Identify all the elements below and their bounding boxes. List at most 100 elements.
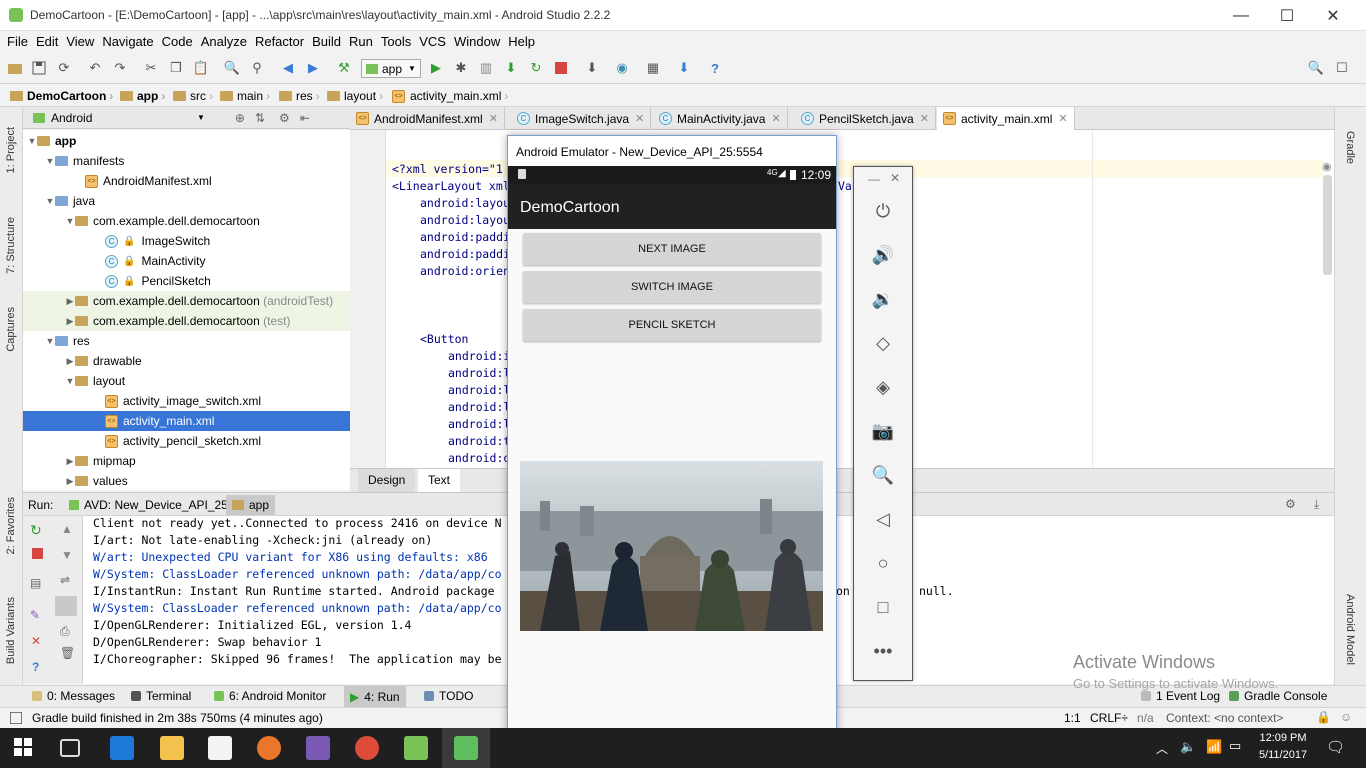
- tab-structure[interactable]: 7: Structure: [5, 217, 17, 274]
- tab-build-variants[interactable]: Build Variants: [5, 597, 17, 664]
- next-image-button[interactable]: NEXT IMAGE: [523, 233, 821, 265]
- close-icon[interactable]: ✕: [771, 112, 780, 125]
- menu-tools[interactable]: Tools: [381, 31, 411, 53]
- close-icon[interactable]: ✕: [489, 112, 498, 125]
- store-icon[interactable]: [208, 736, 232, 760]
- breadcrumb-democartoon[interactable]: DemoCartoon ›: [10, 88, 116, 104]
- tab-run[interactable]: ▶ 4: Run: [344, 686, 406, 707]
- tab-imageswitch[interactable]: C ImageSwitch.java ✕: [511, 107, 652, 130]
- up-icon[interactable]: ▲: [61, 522, 73, 536]
- tree-item-java[interactable]: ▼ java: [23, 191, 350, 211]
- menu-build[interactable]: Build: [312, 31, 341, 53]
- volume-up-icon[interactable]: 🔊: [854, 241, 912, 269]
- collapse-all-icon[interactable]: ⇅: [255, 111, 265, 125]
- project-structure-icon[interactable]: ▦: [644, 59, 662, 77]
- hide-panel-icon[interactable]: ⇤: [300, 111, 310, 125]
- tool-windows-icon[interactable]: [10, 712, 22, 724]
- windows-start-icon[interactable]: [12, 736, 36, 760]
- stop-icon[interactable]: [32, 548, 43, 559]
- menu-navigate[interactable]: Navigate: [102, 31, 153, 53]
- menu-window[interactable]: Window: [454, 31, 500, 53]
- tree-item-package-test[interactable]: ▶ com.example.dell.democartoon (test): [23, 311, 350, 331]
- editor-scrollbar[interactable]: [1323, 175, 1332, 275]
- menu-file[interactable]: File: [7, 31, 28, 53]
- replace-icon[interactable]: ⚲: [248, 59, 266, 77]
- tree-item-manifests[interactable]: ▼ manifests: [23, 151, 350, 171]
- tree-item-mainactivity[interactable]: C 🔒 MainActivity: [23, 251, 350, 271]
- sync-gradle-icon[interactable]: ◉: [613, 59, 631, 77]
- tab-captures[interactable]: Captures: [5, 307, 17, 352]
- chevron-down-icon[interactable]: ▼: [197, 113, 205, 122]
- find-icon[interactable]: 🔍: [223, 59, 241, 77]
- stop-icon[interactable]: [552, 59, 570, 77]
- settings-icon[interactable]: ☐: [1333, 59, 1351, 77]
- minimize-button[interactable]: —: [1218, 0, 1264, 31]
- tree-item-package[interactable]: ▼ com.example.dell.democartoon: [23, 211, 350, 231]
- make-project-icon[interactable]: ⚒: [335, 59, 353, 77]
- breadcrumb-app[interactable]: app ›: [120, 88, 168, 104]
- chevron-up-icon[interactable]: ︿: [1156, 740, 1168, 757]
- android-studio-task-icon[interactable]: [404, 736, 428, 760]
- breadcrumb-layout[interactable]: layout ›: [327, 88, 386, 104]
- run-icon[interactable]: ▶: [427, 59, 445, 77]
- tab-favorites[interactable]: 2: Favorites: [5, 497, 17, 554]
- volume-icon[interactable]: 🔈: [1180, 739, 1196, 755]
- redo-icon[interactable]: ↷: [111, 59, 129, 77]
- avd-manager-icon[interactable]: ⬇: [675, 59, 693, 77]
- line-separator[interactable]: CRLF÷: [1090, 711, 1128, 725]
- minimize-icon[interactable]: —: [868, 172, 880, 186]
- tree-item-pencilsketch[interactable]: C 🔒 PencilSketch: [23, 271, 350, 291]
- scroll-from-source-icon[interactable]: ⊕: [235, 111, 245, 125]
- tab-android-model[interactable]: Android Model: [1344, 594, 1356, 665]
- pin-icon[interactable]: ✎: [30, 608, 40, 622]
- action-center-icon[interactable]: 🗨: [1326, 738, 1345, 756]
- tab-pencilsketch[interactable]: C PencilSketch.java ✕: [795, 107, 936, 130]
- inspector-icon[interactable]: ☺: [1340, 710, 1352, 724]
- wifi-icon[interactable]: 📶: [1206, 739, 1222, 755]
- run-tab-app[interactable]: app: [226, 495, 276, 515]
- tab-android-monitor[interactable]: 6: Android Monitor: [214, 689, 326, 703]
- camera-icon[interactable]: 📷: [854, 417, 912, 445]
- tree-item-androidmanifest[interactable]: <> AndroidManifest.xml: [23, 171, 350, 191]
- open-icon[interactable]: [6, 59, 24, 77]
- visual-studio-icon[interactable]: [306, 736, 330, 760]
- breadcrumb-main[interactable]: main ›: [220, 88, 273, 104]
- close-icon[interactable]: ✕: [890, 171, 900, 185]
- tree-item-res[interactable]: ▼ res: [23, 331, 350, 351]
- rotate-left-icon[interactable]: ◇: [854, 329, 912, 357]
- chrome-icon[interactable]: [355, 736, 379, 760]
- close-icon[interactable]: ✕: [1058, 112, 1067, 125]
- menu-help[interactable]: Help: [508, 31, 535, 53]
- file-explorer-icon[interactable]: [160, 736, 184, 760]
- layout-icon[interactable]: ▤: [30, 576, 41, 590]
- power-icon[interactable]: ⏻: [854, 197, 912, 225]
- undo-icon[interactable]: ↶: [86, 59, 104, 77]
- gear-icon[interactable]: ⚙: [1285, 497, 1296, 511]
- tab-terminal[interactable]: Terminal: [131, 689, 191, 703]
- tab-design[interactable]: Design: [358, 469, 416, 493]
- menu-view[interactable]: View: [66, 31, 94, 53]
- more-icon[interactable]: •••: [854, 637, 912, 665]
- tab-project[interactable]: 1: Project: [5, 127, 17, 173]
- trash-icon[interactable]: 🗑: [60, 646, 75, 660]
- debug-icon[interactable]: ✱: [452, 59, 470, 77]
- caret-position[interactable]: 1:1: [1064, 711, 1081, 725]
- volume-down-icon[interactable]: 🔉: [854, 285, 912, 313]
- soft-wrap-icon[interactable]: ⇌: [60, 573, 70, 587]
- tree-item-activity-pencil-sketch[interactable]: <> activity_pencil_sketch.xml: [23, 431, 350, 451]
- home-icon[interactable]: ○: [854, 549, 912, 577]
- down-icon[interactable]: ▼: [61, 548, 73, 562]
- print-icon[interactable]: ⎙: [60, 624, 70, 639]
- tree-item-app[interactable]: ▼ app: [23, 131, 350, 151]
- breadcrumb-src[interactable]: src ›: [173, 88, 216, 104]
- menu-edit[interactable]: Edit: [36, 31, 58, 53]
- breadcrumb-res[interactable]: res ›: [279, 88, 323, 104]
- rerun-icon[interactable]: ↻: [30, 522, 42, 539]
- run-tab-avd[interactable]: AVD: New_Device_API_25 ✕: [63, 495, 250, 515]
- back-icon[interactable]: ◀: [279, 59, 297, 77]
- sync-icon[interactable]: ⟳: [55, 59, 73, 77]
- tab-gradle[interactable]: Gradle: [1344, 131, 1356, 164]
- tree-item-drawable[interactable]: ▶ drawable: [23, 351, 350, 371]
- menu-run[interactable]: Run: [349, 31, 373, 53]
- breadcrumb-activity-main[interactable]: <> activity_main.xml ›: [392, 88, 511, 104]
